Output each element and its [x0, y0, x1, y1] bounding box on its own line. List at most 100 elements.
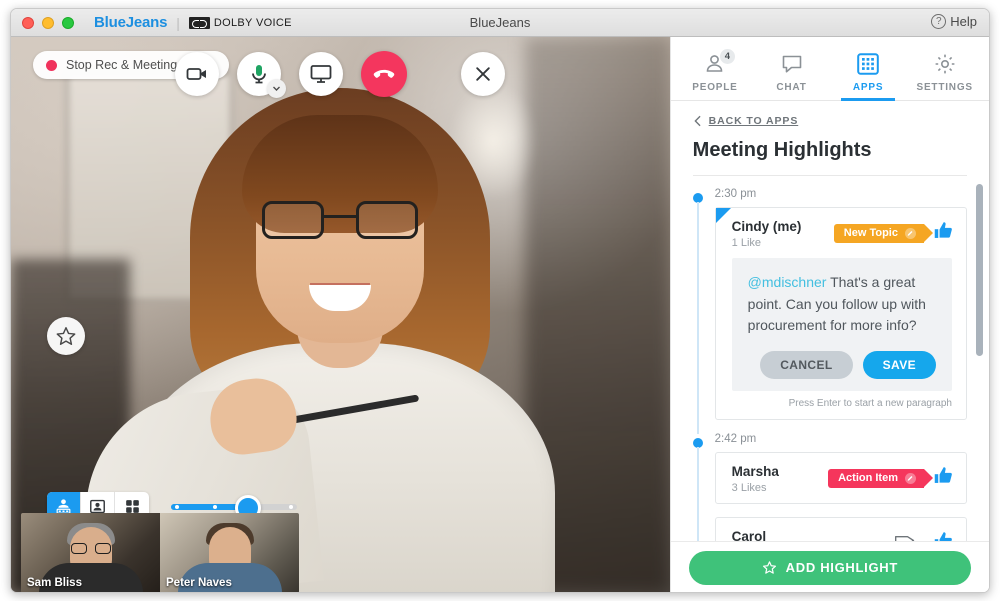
- thumbs-up-icon: [934, 467, 952, 483]
- like-button[interactable]: [933, 220, 954, 246]
- timeline-group: 2:30 pm Cindy (me) 1 Like New Topic @mdi…: [692, 188, 967, 435]
- scrollbar-thumb[interactable]: [976, 184, 983, 356]
- back-to-apps-link[interactable]: BACK TO APPS: [693, 115, 967, 127]
- participant-thumbnail[interactable]: Sam Bliss: [21, 513, 160, 592]
- help-button[interactable]: ? Help: [931, 14, 977, 29]
- panel-header: BACK TO APPS Meeting Highlights: [671, 101, 989, 176]
- timeline-line: [697, 447, 699, 541]
- highlight-card-header: Carol 1 Like: [716, 518, 966, 541]
- glasses-bridge: [324, 215, 357, 218]
- microphone-button[interactable]: [237, 52, 287, 98]
- tab-people[interactable]: 4 PEOPLE: [682, 48, 748, 100]
- edit-pencil-icon: [905, 472, 916, 484]
- tab-settings-label: SETTINGS: [916, 82, 973, 93]
- highlights-scroll-area[interactable]: 2:30 pm Cindy (me) 1 Like New Topic @mdi…: [671, 176, 989, 541]
- voice-word: VOICE: [256, 16, 292, 29]
- video-stage[interactable]: Stop Rec & Meeting Assist Sam Bliss Pete…: [11, 37, 670, 592]
- people-count-badge: 4: [718, 48, 736, 65]
- microphone-options-button[interactable]: [267, 79, 287, 98]
- highlight-editor[interactable]: @mdischner That's a great point. Can you…: [731, 258, 952, 392]
- highlight-card[interactable]: Carol 1 Like: [714, 517, 967, 541]
- close-window-button[interactable]: [22, 16, 34, 29]
- gear-glyph-icon: [935, 54, 955, 74]
- speech-bubble-icon: [782, 55, 801, 73]
- highlight-editor-text[interactable]: @mdischner That's a great point. Can you…: [748, 272, 936, 337]
- highlight-card-actions: New Topic: [833, 219, 954, 246]
- bluejeans-logo: BlueJeans: [94, 14, 168, 31]
- highlight-card-actions: [894, 529, 954, 541]
- dolby-voice-logo: DOLBY VOICE: [188, 16, 292, 29]
- close-icon: [476, 67, 491, 81]
- traffic-lights: [22, 16, 74, 29]
- dolby-word: DOLBY: [213, 16, 253, 29]
- close-panel-button[interactable]: [461, 52, 506, 96]
- title-bar: BlueJeans | DOLBY VOICE BlueJeans ? Help: [11, 9, 989, 37]
- status-badge[interactable]: Action Item: [828, 468, 933, 488]
- highlight-card[interactable]: Cindy (me) 1 Like New Topic @mdischner T…: [714, 207, 967, 421]
- thumbs-up-icon: [934, 222, 952, 238]
- apps-icon: [856, 52, 880, 76]
- editor-actions: CANCEL SAVE: [748, 351, 936, 380]
- hangup-button[interactable]: [361, 51, 408, 97]
- star-icon: [56, 327, 76, 345]
- dolby-mark-icon: [188, 16, 210, 29]
- panel-scrollbar[interactable]: [976, 184, 983, 534]
- glasses-lens-left: [262, 201, 325, 239]
- call-controls: [11, 51, 670, 98]
- brand-lockup: BlueJeans | DOLBY VOICE: [94, 14, 292, 31]
- cancel-button[interactable]: CANCEL: [760, 351, 853, 380]
- participant-thumbnail[interactable]: Peter Naves: [160, 513, 299, 592]
- slider-tick: [289, 505, 293, 509]
- zoom-window-button[interactable]: [62, 16, 74, 29]
- timeline-timestamp: 2:30 pm: [714, 188, 757, 200]
- tab-chat[interactable]: CHAT: [759, 52, 825, 100]
- status-badge-label: Action Item: [838, 472, 898, 485]
- share-screen-button[interactable]: [299, 52, 344, 96]
- highlight-card-header: Cindy (me) 1 Like New Topic: [716, 208, 966, 258]
- camera-button[interactable]: [175, 52, 220, 96]
- highlight-card-header: Marsha 3 Likes Action Item: [716, 453, 966, 503]
- dolby-label: DOLBY VOICE: [214, 17, 292, 29]
- participant-name: Peter Naves: [166, 577, 232, 589]
- tab-chat-label: CHAT: [776, 82, 807, 93]
- side-panel: 4 PEOPLE CHAT APPS SETTINGS BACK TO APPS…: [669, 37, 989, 592]
- thumbnail-glasses-icon: [70, 543, 111, 554]
- tab-apps-label: APPS: [852, 82, 884, 93]
- add-tag-button[interactable]: [894, 532, 916, 541]
- participant-filmstrip: Sam Bliss Peter Naves: [21, 513, 299, 592]
- highlight-like-count: 3 Likes: [731, 482, 767, 495]
- save-button[interactable]: SAVE: [862, 351, 936, 380]
- highlight-card-actions: Action Item: [828, 464, 954, 491]
- help-label: Help: [950, 14, 977, 29]
- highlight-author-block: Carol 1 Like: [732, 529, 767, 541]
- favorite-button[interactable]: [47, 317, 85, 355]
- highlight-author: Carol: [731, 529, 767, 541]
- timeline-group: 2:42 pm Marsha 3 Likes Action Item Carol: [692, 433, 967, 541]
- tab-settings[interactable]: SETTINGS: [912, 52, 978, 100]
- chevron-down-icon: [273, 86, 281, 91]
- tab-apps[interactable]: APPS: [835, 52, 901, 101]
- status-badge[interactable]: New Topic: [833, 223, 934, 243]
- chevron-left-icon: [694, 115, 701, 127]
- mention-token[interactable]: @mdischner: [748, 274, 827, 290]
- highlight-card[interactable]: Marsha 3 Likes Action Item: [714, 452, 967, 505]
- add-highlight-label: ADD HIGHLIGHT: [785, 560, 899, 575]
- panel-tab-bar: 4 PEOPLE CHAT APPS SETTINGS: [670, 37, 989, 101]
- add-highlight-button[interactable]: ADD HIGHLIGHT: [688, 550, 971, 585]
- slider-tick: [175, 505, 179, 509]
- thumbs-up-icon: [934, 532, 952, 541]
- app-grid-icon: [857, 53, 879, 75]
- like-button[interactable]: [933, 465, 954, 491]
- edit-pencil-icon: [905, 227, 916, 239]
- main-body: Stop Rec & Meeting Assist Sam Bliss Pete…: [11, 37, 989, 592]
- tag-outline-icon: [895, 536, 915, 541]
- participant-name: Sam Bliss: [27, 577, 82, 589]
- slider-tick: [213, 505, 217, 509]
- tab-people-label: PEOPLE: [692, 82, 738, 93]
- timeline-timestamp: 2:42 pm: [714, 433, 757, 446]
- like-button[interactable]: [933, 530, 954, 541]
- page-title: Meeting Highlights: [692, 139, 967, 176]
- minimize-window-button[interactable]: [42, 16, 54, 29]
- highlight-author-block: Cindy (me) 1 Like: [732, 219, 802, 249]
- active-card-flag-icon: [715, 208, 731, 223]
